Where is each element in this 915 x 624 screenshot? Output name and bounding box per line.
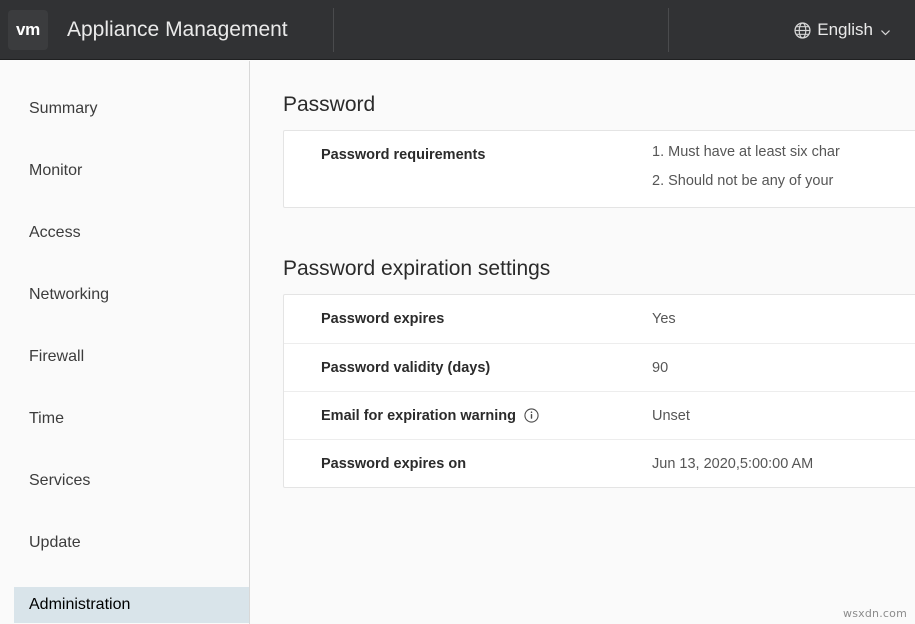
- row-value: Jun 13, 2020,5:00:00 AM: [652, 456, 813, 472]
- appliance-management-window: vm Appliance Management English: [0, 0, 915, 624]
- sidebar-item-networking[interactable]: Networking: [14, 277, 249, 313]
- table-row: Password expires Yes: [284, 295, 915, 343]
- chevron-down-icon: [880, 25, 891, 36]
- password-requirements-values: 1. Must have at least six char 2. Should…: [652, 131, 840, 202]
- requirement-line: 2. Should not be any of your: [652, 173, 840, 189]
- main-content: Password Password requirements 1. Must h…: [251, 61, 915, 624]
- globe-icon: [794, 22, 811, 39]
- table-row: Password validity (days) 90: [284, 343, 915, 391]
- password-expiration-card: Password expires Yes Password validity (da…: [283, 294, 915, 488]
- password-section-title: Password: [283, 93, 375, 117]
- row-value: 90: [652, 360, 668, 376]
- sidebar-item-label: Services: [29, 472, 90, 490]
- row-value: Yes: [652, 311, 676, 327]
- requirement-line: 1. Must have at least six char: [652, 144, 840, 160]
- sidebar-item-label: Summary: [29, 100, 97, 118]
- sidebar-item-label: Firewall: [29, 348, 84, 366]
- row-label: Email for expiration warning: [284, 408, 652, 424]
- vmware-logo-text: vm: [16, 21, 40, 38]
- language-label: English: [817, 20, 873, 40]
- password-requirements-card: Password requirements 1. Must have at le…: [283, 130, 915, 208]
- sidebar-item-label: Monitor: [29, 162, 82, 180]
- sidebar-item-label: Administration: [29, 596, 130, 614]
- sidebar-item-monitor[interactable]: Monitor: [14, 153, 249, 189]
- header-divider-1: [333, 8, 334, 52]
- row-value: Unset: [652, 408, 690, 424]
- table-row: Password requirements 1. Must have at le…: [284, 131, 915, 207]
- table-row: Password expires on Jun 13, 2020,5:00:00 …: [284, 439, 915, 487]
- sidebar-item-label: Time: [29, 410, 64, 428]
- row-label: Password validity (days): [284, 360, 652, 376]
- header-divider-2: [668, 8, 669, 52]
- sidebar-item-firewall[interactable]: Firewall: [14, 339, 249, 375]
- row-label: Password expires: [284, 311, 652, 327]
- language-selector[interactable]: English: [794, 0, 891, 60]
- vmware-logo: vm: [8, 10, 48, 50]
- sidebar-item-administration[interactable]: Administration: [14, 587, 249, 623]
- sidebar-item-label: Update: [29, 534, 81, 552]
- sidebar-item-summary[interactable]: Summary: [14, 91, 249, 127]
- watermark: wsxdn.com: [843, 607, 907, 620]
- top-header-bar: vm Appliance Management English: [0, 0, 915, 60]
- info-icon[interactable]: [524, 408, 539, 423]
- sidebar-item-update[interactable]: Update: [14, 525, 249, 561]
- sidebar-item-label: Access: [29, 224, 81, 242]
- row-label: Password expires on: [284, 456, 652, 472]
- row-label-text: Password validity (days): [321, 360, 490, 376]
- sidebar-item-time[interactable]: Time: [14, 401, 249, 437]
- sidebar-item-services[interactable]: Services: [14, 463, 249, 499]
- sidebar-item-access[interactable]: Access: [14, 215, 249, 251]
- row-label-text: Password expires: [321, 311, 444, 327]
- row-label-text: Password expires on: [321, 456, 466, 472]
- table-row: Email for expiration warning Unset: [284, 391, 915, 439]
- password-expiration-section-title: Password expiration settings: [283, 257, 550, 281]
- app-title: Appliance Management: [67, 18, 288, 42]
- sidebar-nav: Summary Monitor Access Networking Firewall Ti…: [0, 61, 250, 624]
- row-label-password-requirements: Password requirements: [284, 131, 652, 163]
- sidebar-item-label: Networking: [29, 286, 109, 304]
- row-label-text: Email for expiration warning: [321, 408, 516, 424]
